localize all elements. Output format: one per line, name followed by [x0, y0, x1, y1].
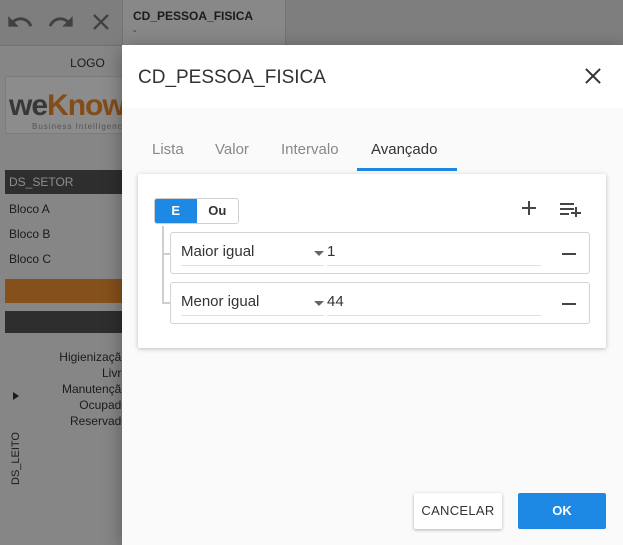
remove-icon[interactable] [559, 244, 579, 264]
chevron-down-icon [314, 301, 324, 306]
dialog-header: CD_PESSOA_FISICA [122, 45, 623, 108]
operator-label: Menor igual [181, 293, 260, 310]
tab-lista[interactable]: Lista [152, 141, 184, 158]
dialog-title: CD_PESSOA_FISICA [138, 67, 326, 88]
tab-intervalo[interactable]: Intervalo [281, 141, 339, 158]
chevron-down-icon [314, 251, 324, 256]
tab-valor[interactable]: Valor [215, 141, 249, 158]
ok-button[interactable]: OK [518, 493, 606, 529]
close-icon[interactable] [580, 63, 606, 89]
operator-select[interactable]: Maior igual [181, 242, 324, 266]
value-input[interactable] [327, 242, 541, 266]
filter-dialog: CD_PESSOA_FISICA Lista Valor Intervalo A… [122, 45, 623, 545]
operator-select[interactable]: Menor igual [181, 292, 324, 316]
logic-toggle: E Ou [154, 198, 239, 224]
remove-icon[interactable] [559, 294, 579, 314]
value-input[interactable] [327, 292, 541, 316]
tree-connector [162, 226, 164, 303]
operator-label: Maior igual [181, 243, 255, 260]
active-tab-indicator [357, 168, 457, 171]
rules-card: E Ou Maior igual Menor igual [138, 174, 606, 348]
logic-or-option[interactable]: Ou [197, 199, 239, 223]
tab-avancado[interactable]: Avançado [371, 141, 437, 158]
add-rule-icon[interactable] [519, 198, 539, 218]
rule-row: Menor igual [170, 282, 590, 324]
cancel-button[interactable]: CANCELAR [414, 493, 502, 529]
logic-and-option[interactable]: E [155, 199, 197, 223]
add-group-icon[interactable] [558, 199, 582, 219]
rule-row: Maior igual [170, 232, 590, 274]
